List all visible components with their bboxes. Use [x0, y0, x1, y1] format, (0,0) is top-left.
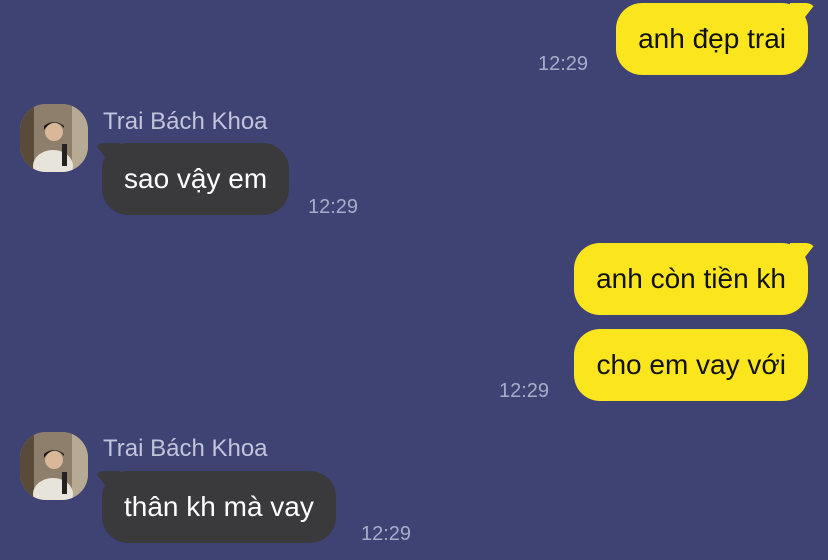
- message-timestamp: 12:29: [499, 380, 550, 402]
- message-timestamp: 12:29: [538, 53, 589, 75]
- contact-avatar[interactable]: [20, 104, 88, 172]
- incoming-message-bubble[interactable]: sao vậy em: [102, 143, 290, 215]
- contact-avatar[interactable]: [20, 432, 88, 500]
- message-timestamp: 12:29: [361, 523, 412, 545]
- message-text: sao vậy em: [124, 163, 268, 194]
- message-text: anh đẹp trai: [638, 23, 786, 54]
- avatar-photo-icon: [20, 104, 88, 172]
- incoming-message-bubble[interactable]: thân kh mà vay: [102, 471, 336, 543]
- message-timestamp: 12:29: [308, 196, 359, 218]
- sender-name: Trai Bách Khoa: [103, 108, 268, 135]
- message-text: thân kh mà vay: [124, 491, 314, 522]
- message-text: anh còn tiền kh: [596, 263, 786, 294]
- outgoing-message-bubble[interactable]: anh đẹp trai: [616, 3, 808, 75]
- message-text: cho em vay với: [596, 349, 786, 380]
- sender-name: Trai Bách Khoa: [103, 435, 268, 462]
- outgoing-message-bubble[interactable]: cho em vay với: [574, 329, 808, 401]
- avatar-photo-icon: [20, 432, 88, 500]
- outgoing-message-bubble[interactable]: anh còn tiền kh: [574, 243, 808, 315]
